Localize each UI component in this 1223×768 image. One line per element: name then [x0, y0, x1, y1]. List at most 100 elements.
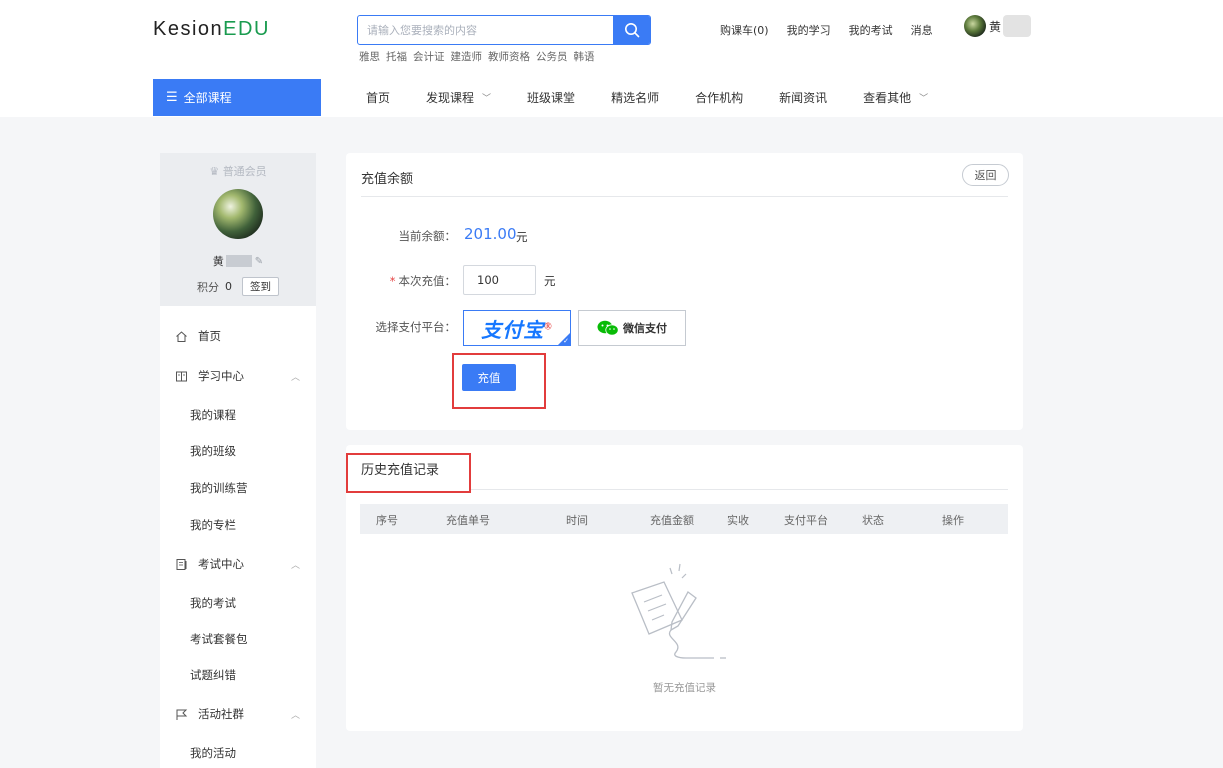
sidebar-item-exam-package[interactable]: 考试套餐包: [160, 631, 316, 647]
amount-unit: 元: [544, 274, 556, 288]
user-name: 黄: [989, 19, 1002, 34]
sidebar-item-my-camp[interactable]: 我的训练营: [160, 480, 316, 496]
sidebar-item-question-error[interactable]: 试题纠错: [160, 667, 316, 683]
history-card: 历史充值记录 序号 充值单号 时间 充值金额 实收 支付平台 状态 操作 暂无充…: [346, 445, 1023, 731]
nav-item-discover-courses[interactable]: 发现课程 ﹀: [426, 89, 491, 106]
amount-label: * 本次充值：: [346, 273, 456, 289]
alipay-option[interactable]: 支付宝® ✓: [463, 310, 571, 346]
wechat-pay-logo: 微信支付: [597, 320, 667, 336]
nav-item-label: 首页: [366, 91, 391, 105]
edit-icon[interactable]: ✎: [255, 256, 263, 267]
nav-item-more[interactable]: 查看其他 ﹀: [863, 89, 928, 106]
points-row: 积分 0 签到: [160, 277, 316, 296]
cart-link[interactable]: 购课车(0): [720, 22, 769, 38]
avatar[interactable]: [964, 15, 986, 37]
sidebar-item-label: 我的考试: [190, 596, 236, 610]
alipay-label: 支付宝: [481, 319, 545, 342]
profile-card: ♛ 普通会员 黄 ✎ 积分 0 签到: [160, 153, 316, 306]
chevron-up-icon: ︿: [290, 560, 300, 571]
sidebar-item-label: 我的活动: [190, 746, 236, 760]
sidebar-item-label: 考试套餐包: [190, 632, 248, 646]
all-courses-button[interactable]: ☰ 全部课程: [153, 79, 321, 116]
chevron-up-icon: ︿: [290, 372, 300, 383]
member-level: ♛ 普通会员: [160, 163, 316, 179]
column-header: 时间: [566, 514, 588, 527]
nav-item-home[interactable]: 首页: [366, 89, 390, 106]
amount-label-text: 本次充值：: [398, 274, 457, 288]
wechat-pay-label: 微信支付: [623, 322, 667, 335]
sidebar-item-label: 我的班级: [190, 444, 236, 458]
home-icon: [174, 330, 188, 343]
blurred-name: [1003, 15, 1032, 37]
sidebar-item-label: 我的训练营: [190, 481, 248, 495]
messages-link[interactable]: 消息: [911, 22, 933, 38]
nav-item-class[interactable]: 班级课堂: [527, 89, 575, 106]
hot-tag[interactable]: 韩语: [574, 49, 595, 64]
empty-state-text: 暂无充值记录: [653, 682, 716, 694]
hot-tag[interactable]: 雅思: [359, 49, 380, 64]
recharge-amount-input[interactable]: [463, 265, 536, 295]
column-header: 支付平台: [784, 514, 828, 527]
column-header: 序号: [376, 514, 398, 527]
sidebar-item-my-column[interactable]: 我的专栏: [160, 517, 316, 533]
exam-icon: [174, 558, 188, 571]
wechat-icon: [597, 320, 619, 336]
hot-tag[interactable]: 托福: [386, 49, 407, 64]
main-nav: 首页 发现课程 ﹀ 班级课堂 精选名师 合作机构 新闻资讯 查看其他 ﹀: [366, 89, 964, 106]
nav-item-partners[interactable]: 合作机构: [695, 89, 743, 106]
sidebar-item-my-activity[interactable]: 我的活动: [160, 745, 316, 761]
sidebar-item-study-center[interactable]: 学习中心 ︿: [160, 368, 316, 384]
nav-item-news[interactable]: 新闻资讯: [779, 89, 827, 106]
my-study-link[interactable]: 我的学习: [787, 22, 831, 38]
sidebar-menu: 首页 学习中心 ︿ 我的课程 我的班级 我的训练营 我的专栏 考试中心 ︿ 我的…: [160, 306, 316, 768]
hot-tag[interactable]: 公务员: [536, 49, 568, 64]
sidebar-item-my-courses[interactable]: 我的课程: [160, 407, 316, 423]
divider: [361, 196, 1008, 197]
search-button[interactable]: [613, 16, 650, 44]
search-box: [357, 15, 651, 45]
sidebar-item-label: 我的课程: [190, 408, 236, 422]
sidebar-item-label: 试题纠错: [190, 668, 236, 682]
sidebar-item-label: 首页: [198, 329, 221, 343]
wechat-pay-option[interactable]: 微信支付: [578, 310, 686, 346]
flag-icon: [174, 708, 188, 721]
user-menu[interactable]: 黄: [964, 15, 1032, 37]
hot-tag[interactable]: 会计证: [413, 49, 445, 64]
logo-main-text: Kesion: [153, 18, 224, 40]
column-header: 状态: [862, 514, 884, 527]
balance-value: 201.00: [464, 225, 517, 243]
nav-item-label: 合作机构: [695, 91, 744, 105]
top-links: 购课车(0) 我的学习 我的考试 消息: [720, 22, 951, 38]
nav-item-label: 发现课程: [426, 91, 475, 105]
sidebar-item-community[interactable]: 活动社群 ︿: [160, 706, 316, 722]
search-input[interactable]: [358, 16, 614, 44]
sidebar-item-label: 考试中心: [198, 557, 244, 571]
history-table-header: 序号 充值单号 时间 充值金额 实收 支付平台 状态 操作: [360, 504, 1008, 534]
site-logo[interactable]: KesionEDU: [153, 18, 270, 41]
my-exam-link[interactable]: 我的考试: [849, 22, 893, 38]
sign-in-button[interactable]: 签到: [242, 277, 279, 296]
chevron-down-icon: ﹀: [919, 94, 929, 104]
nav-item-teachers[interactable]: 精选名师: [611, 89, 659, 106]
sidebar-item-my-exam[interactable]: 我的考试: [160, 595, 316, 611]
points-value: 0: [225, 280, 232, 293]
sidebar-item-my-class[interactable]: 我的班级: [160, 443, 316, 459]
sidebar-item-exam-center[interactable]: 考试中心 ︿: [160, 556, 316, 572]
blurred-name: [225, 255, 252, 267]
avatar[interactable]: [213, 189, 263, 239]
nav-item-label: 查看其他: [863, 91, 912, 105]
nav-item-label: 班级课堂: [527, 91, 576, 105]
crown-icon: ♛: [209, 165, 220, 178]
column-header: 充值金额: [650, 514, 694, 527]
sidebar-item-home[interactable]: 首页: [160, 328, 316, 344]
menu-icon: ☰: [166, 90, 178, 105]
recharge-submit-button[interactable]: 充值: [462, 364, 516, 391]
hot-tag[interactable]: 建造师: [451, 49, 483, 64]
divider: [471, 489, 1008, 490]
sidebar-item-label: 学习中心: [198, 369, 244, 383]
hot-tag[interactable]: 教师资格: [488, 49, 530, 64]
back-button[interactable]: 返回: [962, 164, 1009, 186]
nav-item-label: 精选名师: [611, 91, 660, 105]
member-level-text: 普通会员: [222, 165, 267, 178]
user-name-row: 黄 ✎: [160, 253, 316, 269]
